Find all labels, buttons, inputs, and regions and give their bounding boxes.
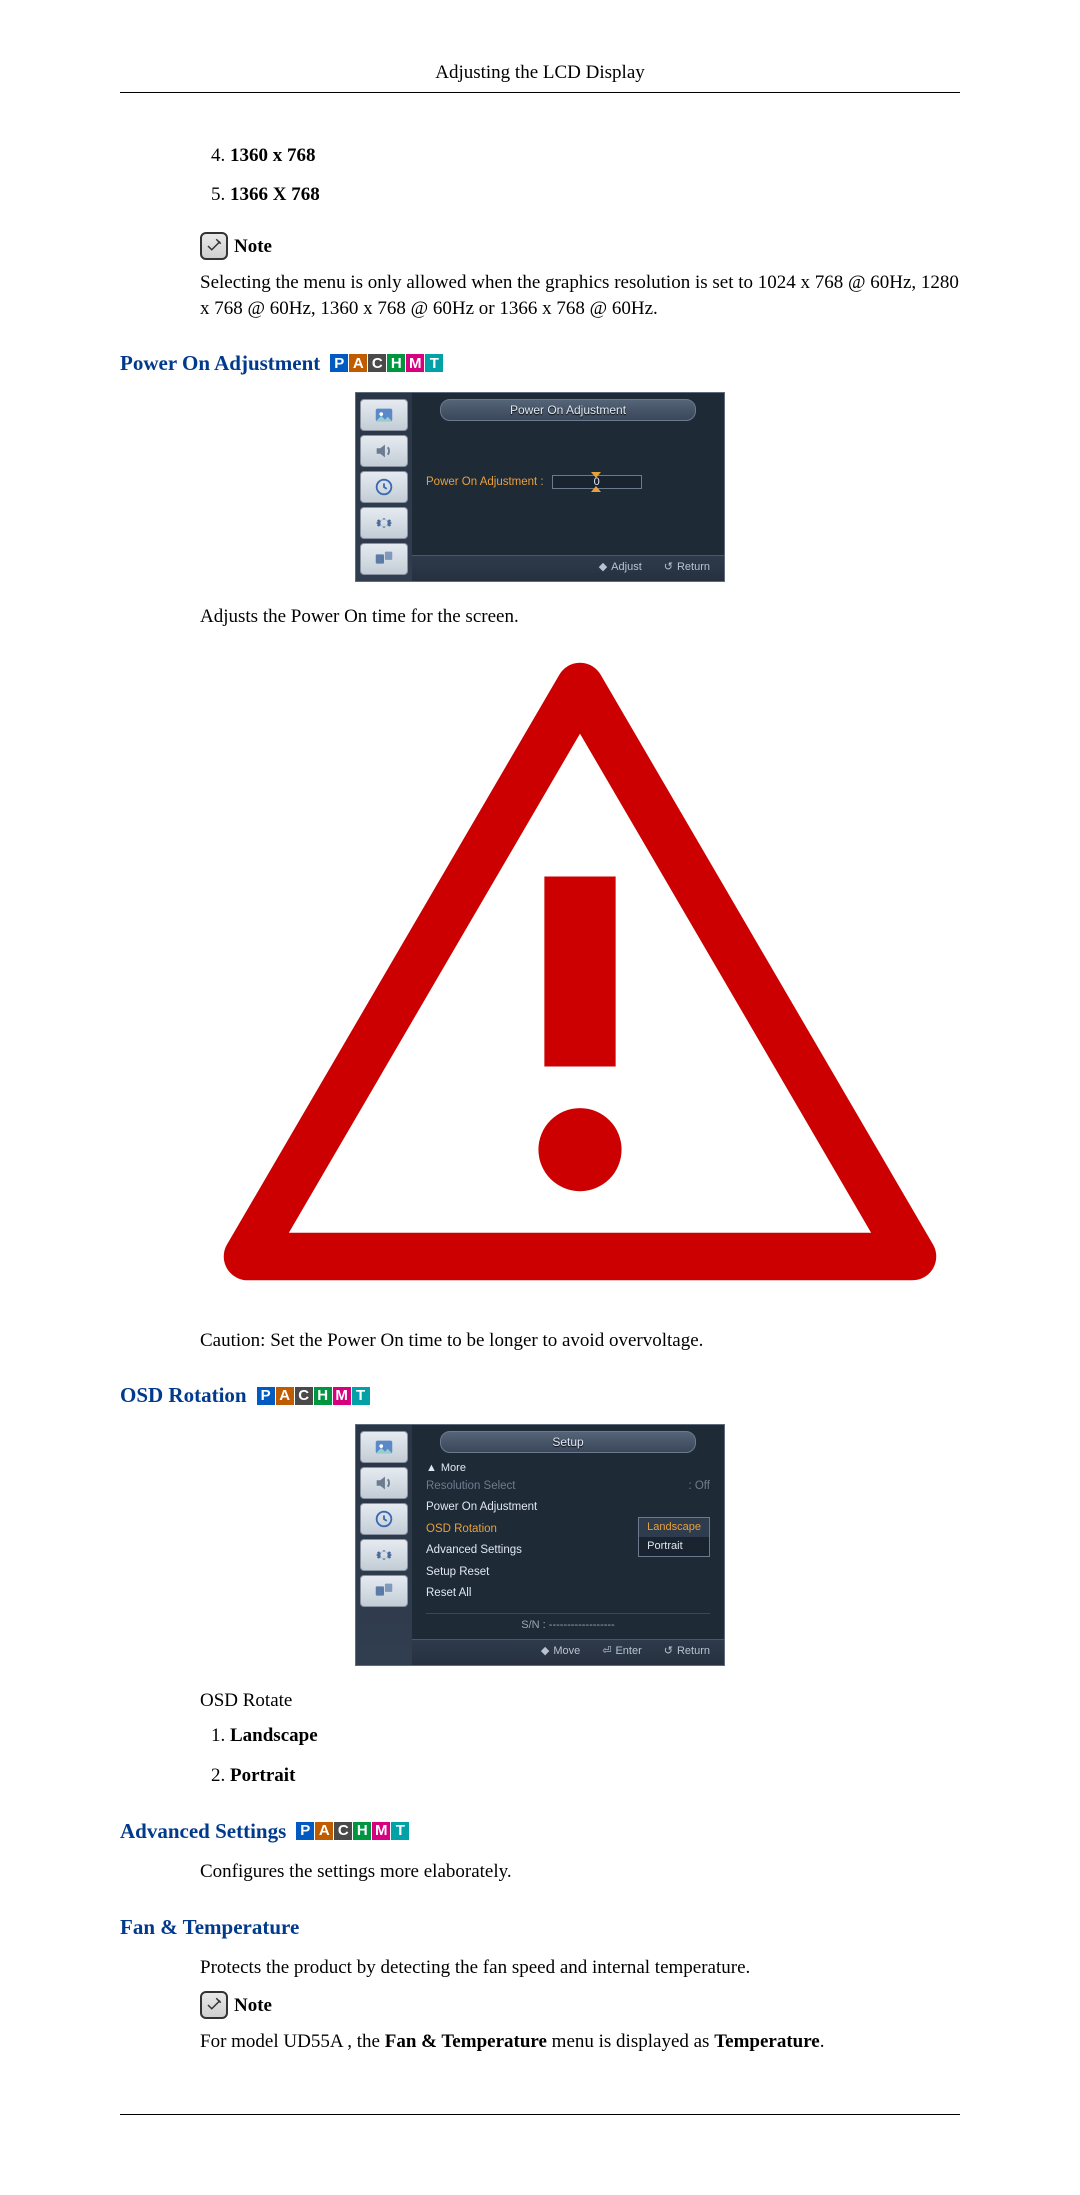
page-title: Adjusting the LCD Display — [435, 62, 645, 83]
gear-icon[interactable] — [360, 1539, 408, 1571]
gear-icon[interactable] — [360, 507, 408, 539]
note-icon — [200, 232, 228, 260]
heading-text: Power On Adjustment — [120, 349, 320, 377]
footer-rule — [120, 2114, 960, 2115]
footer-adjust: ◆ Adjust — [599, 560, 642, 575]
advanced-text-block: Configures the settings more elaborately… — [200, 1859, 960, 1885]
clock-icon[interactable] — [360, 1503, 408, 1535]
footer-return: ↺ Return — [664, 560, 710, 575]
list-item: Landscape — [230, 1723, 960, 1749]
warning-icon — [200, 639, 960, 1312]
osd-slider[interactable]: 0 — [552, 475, 642, 489]
pachmt-badge: P A C H M T — [257, 1387, 370, 1405]
heading-fan-temperature: Fan & Temperature — [120, 1913, 960, 1941]
heading-text: OSD Rotation — [120, 1381, 247, 1409]
footer-return: ↺ Return — [664, 1644, 710, 1659]
osd-sidebar — [356, 393, 412, 581]
osd-serial-row: S/N : ------------------ — [426, 1613, 710, 1633]
power-on-caution: Caution: Set the Power On time to be lon… — [200, 1328, 960, 1354]
footer-move: ◆ Move — [541, 1644, 580, 1659]
osd-main: Setup ▲ More Resolution Select : Off Pow… — [412, 1425, 724, 1665]
osd-slider-row: Power On Adjustment : 0 — [426, 475, 710, 491]
osd-menu-list: ▲ More Resolution Select : Off Power On … — [412, 1453, 724, 1639]
picture-icon[interactable] — [360, 1431, 408, 1463]
footer-enter: ⏎ Enter — [602, 1644, 642, 1659]
menu-power-on-adjustment[interactable]: Power On Adjustment — [426, 1497, 710, 1519]
menu-setup-reset[interactable]: Setup Reset — [426, 1562, 710, 1584]
menu-reset-all[interactable]: Reset All — [426, 1583, 710, 1605]
heading-power-on-adjustment: Power On Adjustment P A C H M T — [120, 349, 960, 377]
power-on-desc: Adjusts the Power On time for the screen… — [200, 604, 960, 630]
list-item: 1366 X 768 — [230, 182, 960, 208]
sound-icon[interactable] — [360, 1467, 408, 1499]
pachmt-badge: P A C H M T — [296, 1822, 409, 1840]
note-label: Note — [234, 234, 272, 260]
page-header: Adjusting the LCD Display — [120, 60, 960, 93]
heading-text: Advanced Settings — [120, 1817, 286, 1845]
osd-main: Power On Adjustment Power On Adjustment … — [412, 393, 724, 581]
multi-icon[interactable] — [360, 1575, 408, 1607]
sound-icon[interactable] — [360, 435, 408, 467]
option-portrait[interactable]: Portrait — [639, 1537, 709, 1556]
multi-icon[interactable] — [360, 543, 408, 575]
osd-panel: Power On Adjustment Power On Adjustment … — [355, 392, 725, 582]
fan-temp-desc: Protects the product by detecting the fa… — [200, 1955, 960, 1981]
osd-rotation-screenshot: Setup ▲ More Resolution Select : Off Pow… — [120, 1424, 960, 1666]
heading-text: Fan & Temperature — [120, 1913, 299, 1941]
resolution-list: 1360 x 768 1366 X 768 — [230, 143, 960, 208]
osd-footer: ◆ Move ⏎ Enter ↺ Return — [412, 1639, 724, 1665]
list-item: 1360 x 768 — [230, 143, 960, 169]
slider-value: 0 — [553, 476, 641, 488]
osd-body: Power On Adjustment : 0 — [412, 421, 724, 555]
resolution-value: 1360 x 768 — [230, 145, 316, 166]
osd-rotation-options[interactable]: Landscape Portrait — [638, 1517, 710, 1557]
note-icon — [200, 1991, 228, 2019]
osd-sidebar — [356, 1425, 412, 1665]
osd-rotation-text-block: OSD Rotate Landscape Portrait — [200, 1688, 960, 1789]
list-item: Portrait — [230, 1763, 960, 1789]
resolution-value: 1366 X 768 — [230, 184, 320, 205]
pachmt-badge: P A C H M T — [330, 354, 443, 372]
heading-advanced-settings: Advanced Settings P A C H M T — [120, 1817, 960, 1845]
osd-label: Power On Adjustment : — [426, 475, 544, 491]
note-label: Note — [234, 1993, 272, 2019]
osd-power-on-screenshot: Power On Adjustment Power On Adjustment … — [120, 392, 960, 582]
advanced-desc: Configures the settings more elaborately… — [200, 1859, 960, 1885]
menu-resolution-select[interactable]: Resolution Select : Off — [426, 1476, 710, 1498]
osd-title: Setup — [440, 1431, 696, 1453]
note-text: Selecting the menu is only allowed when … — [200, 270, 960, 321]
power-on-text-block: Adjusts the Power On time for the screen… — [200, 604, 960, 1354]
fan-temp-note-text: For model UD55A , the Fan & Temperature … — [200, 2029, 960, 2055]
note-block: Note — [200, 232, 960, 260]
picture-icon[interactable] — [360, 399, 408, 431]
osd-footer: ◆ Adjust ↺ Return — [412, 555, 724, 581]
fan-temp-text-block: Protects the product by detecting the fa… — [200, 1955, 960, 2054]
osd-title: Power On Adjustment — [440, 399, 696, 421]
osd-rotate-label: OSD Rotate — [200, 1688, 960, 1714]
menu-osd-rotation[interactable]: OSD Rotation Landscape Portrait — [426, 1519, 710, 1541]
clock-icon[interactable] — [360, 471, 408, 503]
osd-more-row[interactable]: ▲ More — [426, 1461, 710, 1476]
osd-panel: Setup ▲ More Resolution Select : Off Pow… — [355, 1424, 725, 1666]
note-block: Note — [200, 1991, 960, 2019]
osd-rotation-options-list: Landscape Portrait — [230, 1723, 960, 1788]
option-landscape[interactable]: Landscape — [639, 1518, 709, 1537]
resolution-list-block: 1360 x 768 1366 X 768 Note Selecting the… — [200, 143, 960, 322]
heading-osd-rotation: OSD Rotation P A C H M T — [120, 1381, 960, 1409]
